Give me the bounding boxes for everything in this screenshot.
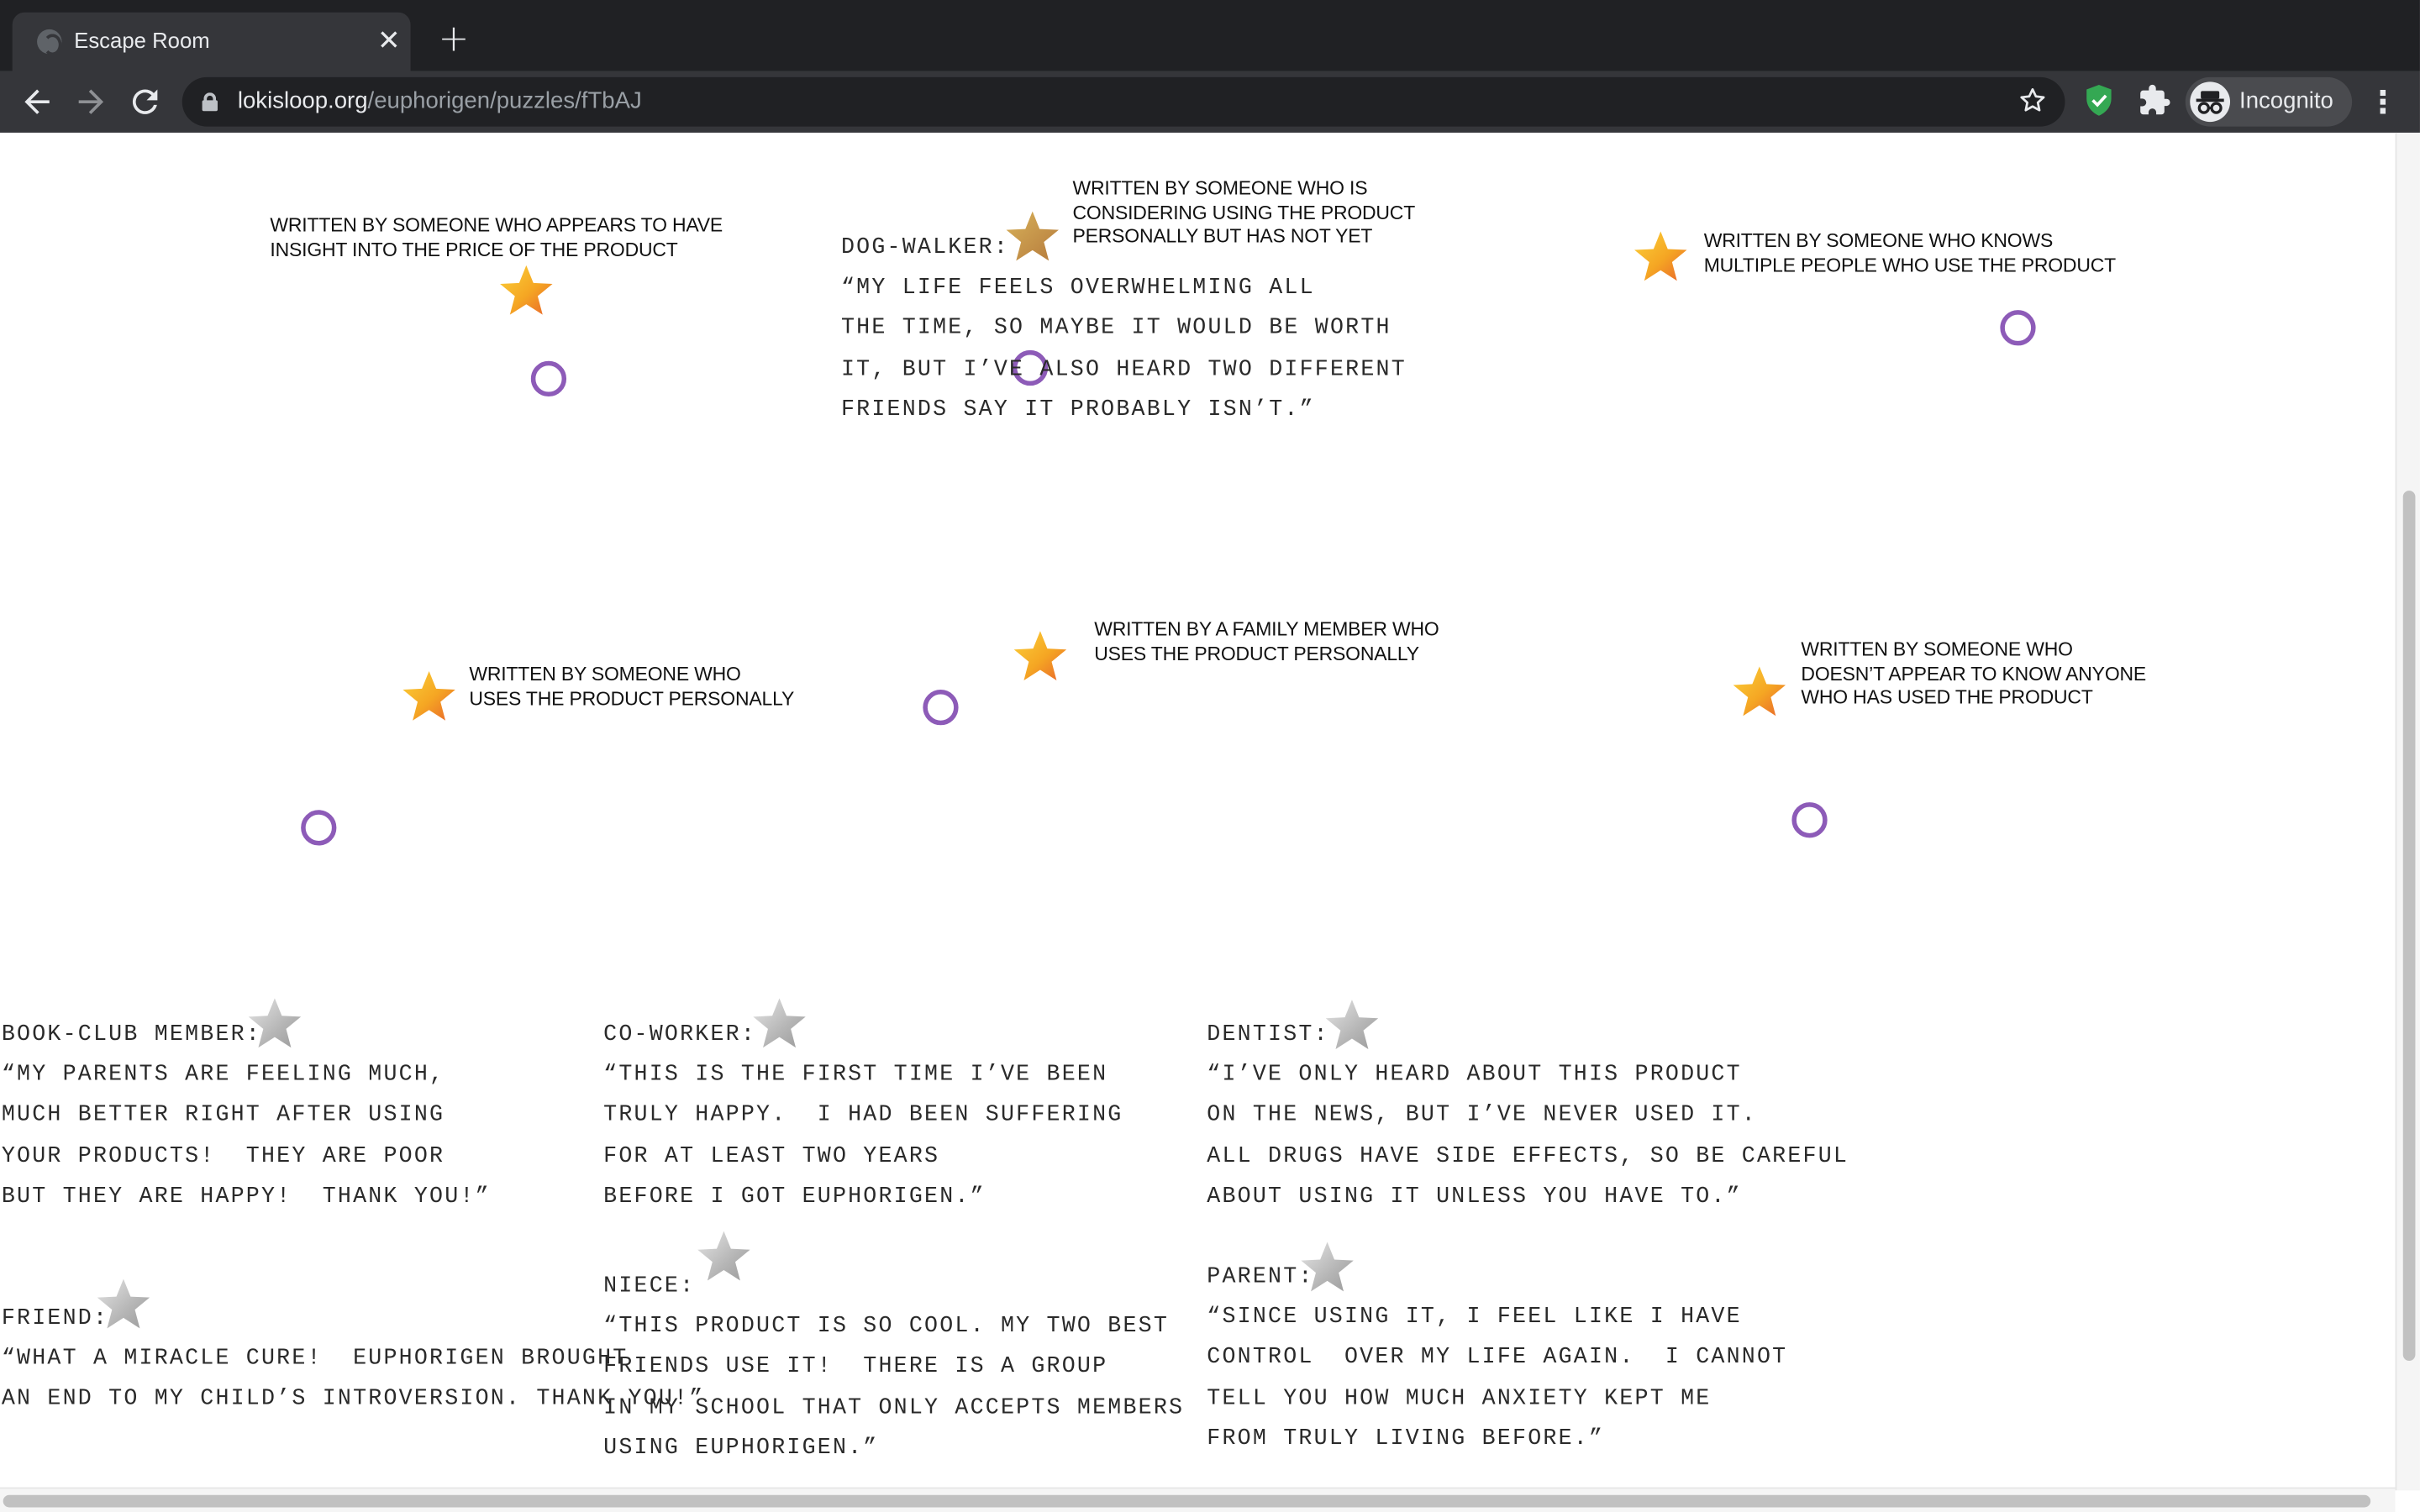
horizontal-scrollbar[interactable]	[0, 1487, 2396, 1512]
gold-star-icon[interactable]	[1732, 665, 1787, 717]
grey-star-icon[interactable]	[1300, 1241, 1355, 1293]
horizontal-scroll-thumb[interactable]	[3, 1494, 2371, 1508]
tab-escape-room[interactable]: Escape Room ✕	[12, 12, 411, 71]
grey-star-icon[interactable]	[96, 1278, 151, 1330]
incognito-icon	[2190, 81, 2231, 123]
address-bar[interactable]: lokisloop.org/euphorigen/puzzles/fTbAJ	[182, 76, 2065, 127]
grey-star-icon[interactable]	[751, 997, 807, 1049]
shield-check-icon[interactable]	[2084, 83, 2115, 117]
reload-icon[interactable]	[127, 83, 164, 120]
gold-star-icon[interactable]	[1633, 230, 1688, 282]
profile-label: Incognito	[2239, 87, 2333, 114]
gold-star-icon[interactable]	[498, 264, 554, 316]
testimonial-co-worker: CO-WORKER: “THIS IS THE FIRST TIME I’VE …	[603, 1022, 1123, 1210]
grey-star-icon[interactable]	[696, 1230, 751, 1282]
puzzle-icon[interactable]	[2138, 83, 2171, 117]
drop-target-circle[interactable]	[530, 360, 567, 397]
url-text: lokisloop.org/euphorigen/puzzles/fTbAJ	[237, 87, 642, 114]
puzzle-page: WRITTEN BY SOMEONE WHO APPEARS TO HAVE I…	[0, 132, 2396, 1512]
testimonial-book-club-member: BOOK-CLUB MEMBER: “MY PARENTS ARE FEELIN…	[1, 1022, 491, 1210]
grey-star-icon[interactable]	[1324, 998, 1380, 1050]
testimonial-parent: PARENT: “SINCE USING IT, I FEEL LIKE I H…	[1207, 1265, 1788, 1452]
incognito-profile-button[interactable]: Incognito	[2185, 76, 2353, 127]
browser-toolbar: lokisloop.org/euphorigen/puzzles/fTbAJ	[0, 71, 2420, 133]
testimonial-dog-walker: DOG-WALKER: “MY LIFE FEELS OVERWHELMING …	[841, 236, 1407, 423]
vertical-scroll-thumb[interactable]	[2402, 491, 2416, 1361]
lock-icon	[202, 92, 218, 112]
criterion-knows-no-users: WRITTEN BY SOMEONE WHO DOESN’T APPEAR TO…	[1801, 638, 2147, 709]
drop-target-circle[interactable]	[301, 810, 337, 846]
globe-icon	[37, 29, 62, 56]
star-outline-icon[interactable]	[2016, 85, 2049, 118]
back-arrow-icon[interactable]	[18, 83, 55, 120]
gold-star-icon[interactable]	[402, 669, 457, 722]
gold-star-icon[interactable]	[1013, 629, 1068, 681]
criterion-price-insight: WRITTEN BY SOMEONE WHO APPEARS TO HAVE I…	[270, 214, 723, 260]
kebab-menu-icon[interactable]: ⋮	[2367, 83, 2398, 120]
drop-target-circle[interactable]	[1791, 802, 1828, 838]
tab-strip: Escape Room ✕ +	[0, 0, 2420, 71]
drop-target-circle[interactable]	[2000, 310, 2036, 346]
forward-arrow-icon[interactable]	[72, 83, 109, 120]
criterion-family-member-uses: WRITTEN BY A FAMILY MEMBER WHO USES THE …	[1094, 618, 1439, 664]
plus-icon[interactable]: +	[435, 20, 472, 59]
criterion-knows-multiple-users: WRITTEN BY SOMEONE WHO KNOWS MULTIPLE PE…	[1703, 229, 2116, 276]
criterion-uses-personally: WRITTEN BY SOMEONE WHO USES THE PRODUCT …	[469, 663, 795, 709]
close-icon[interactable]: ✕	[373, 24, 404, 55]
vertical-scrollbar[interactable]	[2395, 132, 2420, 1491]
drop-target-circle[interactable]	[923, 690, 959, 726]
tab-title: Escape Room	[74, 28, 210, 53]
grey-star-icon[interactable]	[247, 997, 302, 1049]
testimonial-niece: NIECE: “THIS PRODUCT IS SO COOL. MY TWO …	[603, 1274, 1185, 1462]
testimonial-dentist: DENTIST: “I’VE ONLY HEARD ABOUT THIS PRO…	[1207, 1022, 1849, 1210]
